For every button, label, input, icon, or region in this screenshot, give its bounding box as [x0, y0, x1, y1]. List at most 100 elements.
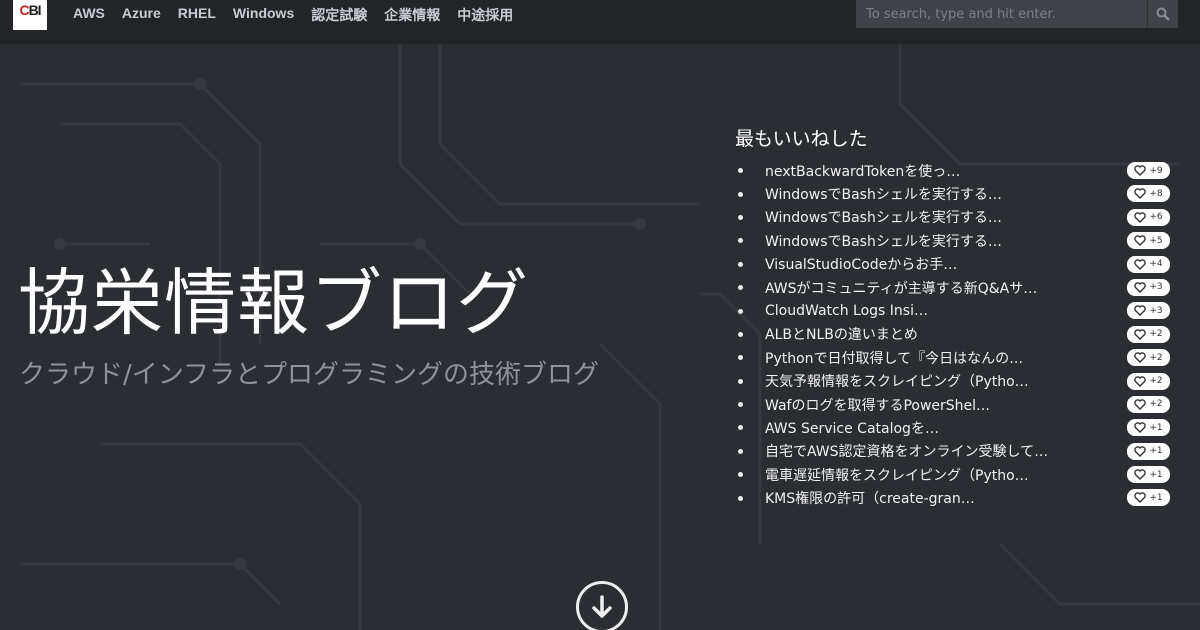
bullet — [738, 495, 743, 501]
like-badge[interactable]: +3 — [1127, 302, 1170, 320]
popular-post-item: CloudWatch Logs Insi… +3 — [735, 299, 1175, 322]
popular-post-link[interactable]: 天気予報情報をスクレイピング（Pytho… — [765, 371, 1029, 391]
like-badge[interactable]: +9 — [1127, 162, 1170, 179]
popular-post-link[interactable]: Wafのログを取得するPowerShel… — [765, 395, 990, 415]
popular-post-link[interactable]: Pythonで日付取得して『今日はなんの… — [765, 348, 1023, 368]
bullet — [738, 355, 743, 361]
bullet — [738, 425, 743, 431]
like-badge[interactable]: +2 — [1127, 349, 1170, 367]
heart-icon — [1134, 445, 1147, 457]
popular-post-link[interactable]: WindowsでBashシェルを実行する… — [765, 231, 1002, 251]
popular-post-link[interactable]: KMS権限の許可（create-gran… — [765, 488, 975, 508]
popular-post-link[interactable]: 電車遅延情報をスクレイピング（Pytho… — [765, 465, 1029, 485]
popular-post-item: ALBとNLBの違いまとめ +2 — [735, 323, 1175, 346]
heart-icon — [1134, 492, 1147, 504]
popular-post-item: VisualStudioCodeからお手… +4 — [735, 253, 1175, 276]
popular-post-item: nextBackwardTokenを使っ… +9 — [735, 159, 1175, 182]
heart-icon — [1134, 469, 1147, 481]
like-badge[interactable]: +1 — [1127, 489, 1170, 507]
bullet — [738, 168, 743, 174]
like-badge[interactable]: +2 — [1127, 372, 1170, 390]
like-badge[interactable]: +5 — [1127, 232, 1170, 250]
like-count: +1 — [1149, 446, 1163, 457]
heart-icon — [1134, 211, 1147, 223]
heart-icon — [1134, 399, 1147, 410]
nav-aws[interactable]: AWS — [73, 5, 105, 25]
nav-recruit[interactable]: 中途採用 — [457, 5, 513, 25]
arrow-down-icon — [592, 595, 612, 618]
search-box — [856, 0, 1178, 28]
popular-post-link[interactable]: ALBとNLBの違いまとめ — [765, 324, 918, 344]
blog-subtitle: クラウド/インフラとプログラミングの技術ブログ — [19, 360, 599, 390]
heart-icon — [1134, 258, 1147, 270]
blog-title: 協栄情報ブログ — [18, 261, 530, 345]
popular-post-item: AWS Service Catalogを… +1 — [735, 416, 1175, 439]
popular-post-link[interactable]: VisualStudioCodeからお手… — [765, 254, 957, 274]
like-count: +5 — [1149, 235, 1163, 246]
like-badge[interactable]: +2 — [1127, 395, 1170, 413]
site-logo[interactable]: C BI — [13, 0, 47, 30]
popular-post-link[interactable]: AWS Service Catalogを… — [765, 418, 939, 438]
like-count: +3 — [1149, 305, 1163, 316]
popular-post-item: 自宅でAWS認定資格をオンライン受験して… +1 — [735, 440, 1175, 463]
like-count: +4 — [1149, 259, 1163, 270]
bullet — [738, 331, 743, 337]
like-count: +8 — [1149, 188, 1163, 199]
popular-post-link[interactable]: nextBackwardTokenを使っ… — [765, 161, 960, 181]
popular-post-link[interactable]: WindowsでBashシェルを実行する… — [765, 207, 1002, 227]
bullet — [738, 308, 743, 314]
heart-icon — [1134, 328, 1147, 340]
like-count: +2 — [1149, 399, 1163, 410]
nav-azure[interactable]: Azure — [122, 5, 161, 25]
like-badge[interactable]: +8 — [1127, 185, 1170, 203]
popular-post-item: Wafのログを取得するPowerShel… +2 — [735, 393, 1175, 416]
heart-icon — [1134, 165, 1147, 176]
nav-windows[interactable]: Windows — [233, 5, 294, 25]
popular-post-item: Pythonで日付取得して『今日はなんの… +2 — [735, 346, 1175, 369]
like-count: +1 — [1149, 492, 1163, 503]
like-count: +1 — [1149, 422, 1163, 433]
bullet — [738, 285, 743, 291]
search-input[interactable] — [856, 0, 1147, 28]
bullet — [738, 214, 743, 220]
like-count: +2 — [1149, 329, 1163, 340]
popular-heading: 最もいいねした — [735, 128, 868, 150]
like-badge[interactable]: +1 — [1127, 442, 1170, 460]
like-count: +3 — [1149, 282, 1163, 293]
like-badge[interactable]: +3 — [1127, 278, 1170, 296]
popular-post-link[interactable]: WindowsでBashシェルを実行する… — [765, 184, 1002, 204]
popular-post-link[interactable]: 自宅でAWS認定資格をオンライン受験して… — [765, 441, 1048, 461]
popular-post-item: KMS権限の許可（create-gran… +1 — [735, 486, 1175, 509]
heart-icon — [1134, 188, 1147, 200]
nav-company[interactable]: 企業情報 — [384, 5, 440, 25]
popular-post-item: WindowsでBashシェルを実行する… +8 — [735, 182, 1175, 205]
search-icon — [1156, 7, 1170, 21]
heart-icon — [1134, 235, 1147, 247]
bullet — [738, 261, 743, 267]
heart-icon — [1134, 282, 1147, 293]
like-badge[interactable]: +2 — [1127, 325, 1170, 343]
like-count: +6 — [1149, 212, 1163, 223]
like-badge[interactable]: +4 — [1127, 255, 1170, 273]
heart-icon — [1134, 422, 1147, 434]
like-count: +2 — [1149, 352, 1163, 363]
like-badge[interactable]: +6 — [1127, 208, 1170, 226]
nav-certification[interactable]: 認定試験 — [311, 5, 367, 25]
popular-post-item: WindowsでBashシェルを実行する… +5 — [735, 229, 1175, 252]
popular-post-item: 天気予報情報をスクレイピング（Pytho… +2 — [735, 370, 1175, 393]
bullet — [738, 472, 743, 478]
bullet — [738, 238, 743, 244]
heart-icon — [1134, 305, 1147, 317]
popular-post-item: 電車遅延情報をスクレイピング（Pytho… +1 — [735, 463, 1175, 486]
nav-rhel[interactable]: RHEL — [178, 5, 216, 25]
scroll-down-button[interactable] — [576, 581, 628, 630]
popular-post-link[interactable]: CloudWatch Logs Insi… — [765, 303, 928, 319]
bullet — [738, 402, 743, 408]
bullet — [738, 191, 743, 197]
search-button[interactable] — [1147, 0, 1178, 28]
like-count: +2 — [1149, 376, 1163, 387]
like-badge[interactable]: +1 — [1127, 466, 1170, 484]
popular-posts: 最もいいねした nextBackwardTokenを使っ… +9 WindowsでB… — [735, 124, 1175, 510]
like-badge[interactable]: +1 — [1127, 419, 1170, 437]
popular-post-link[interactable]: AWSがコミュニティが主導する新Q&Aサ… — [765, 278, 1037, 298]
